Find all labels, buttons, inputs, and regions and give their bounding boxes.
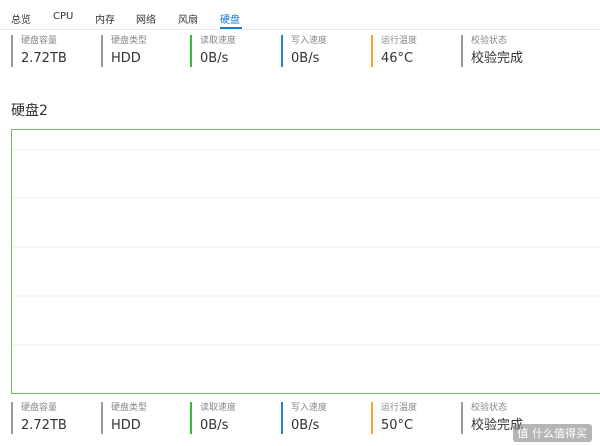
stat-value: 2.72TB bbox=[21, 51, 67, 66]
stat-value: 0B/s bbox=[291, 418, 320, 433]
stat-label: 硬盘容量 bbox=[21, 403, 58, 413]
stat-label: 写入速度 bbox=[291, 403, 328, 413]
disk2-stats: 硬盘容量 2.72TB 硬盘类型 HDD 读取速度 0B/s 写入速度 0B/s… bbox=[0, 402, 600, 434]
tab-memory[interactable]: 内存 bbox=[95, 11, 115, 26]
disk2-read-speed: 读取速度 0B/s bbox=[190, 402, 236, 434]
tab-network[interactable]: 网络 bbox=[136, 11, 156, 26]
stat-value: 50°C bbox=[381, 418, 414, 433]
disk2-capacity: 硬盘容量 2.72TB bbox=[11, 402, 67, 434]
stat-label: 硬盘类型 bbox=[111, 36, 148, 46]
tab-cpu[interactable]: CPU bbox=[53, 11, 73, 22]
stat-label: 读取速度 bbox=[200, 36, 237, 46]
stat-label: 硬盘类型 bbox=[111, 403, 148, 413]
disk2-title: 硬盘2 bbox=[11, 103, 48, 119]
disk1-temperature: 运行温度 46°C bbox=[371, 35, 417, 67]
stat-label: 硬盘容量 bbox=[21, 36, 58, 46]
stat-label: 写入速度 bbox=[291, 36, 328, 46]
disk1-stats: 硬盘容量 2.72TB 硬盘类型 HDD 读取速度 0B/s 写入速度 0B/s… bbox=[0, 35, 600, 67]
stat-value: 2.72TB bbox=[21, 418, 67, 433]
stat-label: 读取速度 bbox=[200, 403, 237, 413]
stat-value: HDD bbox=[111, 418, 141, 433]
disk1-capacity: 硬盘容量 2.72TB bbox=[11, 35, 67, 67]
watermark: 值 什么值得买 bbox=[512, 424, 592, 442]
stat-value: 0B/s bbox=[200, 51, 229, 66]
tab-overview[interactable]: 总览 bbox=[11, 11, 31, 26]
stat-value: 0B/s bbox=[291, 51, 320, 66]
stat-value: HDD bbox=[111, 51, 141, 66]
stat-label: 运行温度 bbox=[381, 403, 418, 413]
stat-label: 校验状态 bbox=[471, 36, 508, 46]
disk2-type: 硬盘类型 HDD bbox=[101, 402, 147, 434]
stat-value: 校验完成 bbox=[471, 51, 524, 66]
stat-label: 运行温度 bbox=[381, 36, 418, 46]
disk1-read-speed: 读取速度 0B/s bbox=[190, 35, 236, 67]
disk2-write-speed: 写入速度 0B/s bbox=[281, 402, 327, 434]
disk1-type: 硬盘类型 HDD bbox=[101, 35, 147, 67]
stat-value: 0B/s bbox=[200, 418, 229, 433]
chart-grid bbox=[12, 149, 600, 346]
active-tab-indicator bbox=[220, 27, 242, 29]
disk2-io-chart bbox=[11, 129, 600, 394]
stat-label: 校验状态 bbox=[471, 403, 508, 413]
tab-fan[interactable]: 风扇 bbox=[178, 11, 198, 26]
disk1-verify-status: 校验状态 校验完成 bbox=[461, 35, 523, 67]
tab-disk[interactable]: 硬盘 bbox=[220, 11, 240, 26]
disk1-write-speed: 写入速度 0B/s bbox=[281, 35, 327, 67]
tab-bar: 总览 CPU 内存 网络 风扇 硬盘 bbox=[0, 0, 600, 30]
stat-value: 46°C bbox=[381, 51, 414, 66]
disk2-temperature: 运行温度 50°C bbox=[371, 402, 417, 434]
